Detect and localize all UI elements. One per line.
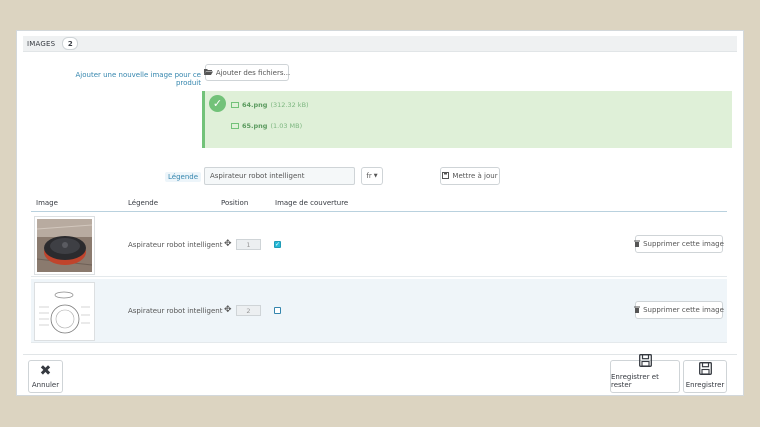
image-thumbnail[interactable] (34, 216, 95, 275)
move-arrows-icon[interactable]: ✥ (224, 306, 232, 315)
file-name: 64.png (242, 101, 268, 109)
delete-image-button[interactable]: Supprimer cette image (634, 235, 724, 253)
cover-checkbox[interactable]: ✓ (274, 241, 281, 248)
save-icon (442, 171, 450, 181)
add-image-label: Ajouter une nouvelle image pour ce produ… (75, 71, 202, 87)
table-header-divider (31, 211, 727, 212)
trash-icon (634, 240, 641, 249)
save-button[interactable]: Enregistrer (683, 360, 727, 393)
save-and-stay-button[interactable]: Enregistrer et rester (610, 354, 680, 393)
position-input: 1 (236, 239, 261, 250)
panel-heading: IMAGES 2 (23, 36, 737, 52)
cancel-button[interactable]: ✖ Annuler (28, 360, 63, 393)
col-header-legend: Légende (128, 199, 159, 207)
delete-image-button[interactable]: Supprimer cette image (634, 301, 724, 319)
image-file-icon (231, 102, 239, 108)
robot-vacuum-diagram (37, 285, 92, 338)
uploaded-file-item: 64.png (312.32 kB) (231, 101, 309, 109)
uploaded-file-item: 65.png (1.03 MB) (231, 122, 302, 130)
add-files-button[interactable]: Ajouter des fichiers... (203, 64, 291, 81)
close-icon: ✖ (39, 363, 52, 379)
caret-down-icon: ▼ (373, 173, 378, 179)
folder-open-icon (203, 68, 213, 77)
update-button[interactable]: Mettre à jour (440, 167, 500, 185)
cancel-label: Annuler (31, 381, 60, 389)
delete-image-label: Supprimer cette image (643, 240, 724, 248)
legend-label: Légende (165, 172, 202, 182)
legend-input[interactable]: Aspirateur robot intelligent (204, 167, 355, 185)
col-header-cover: Image de couverture (275, 199, 349, 207)
image-thumbnail[interactable] (34, 282, 95, 341)
file-size: (1.03 MB) (270, 122, 303, 130)
robot-vacuum-photo (36, 219, 93, 272)
trash-icon (634, 306, 641, 315)
delete-image-label: Supprimer cette image (643, 306, 724, 314)
save-icon (698, 362, 712, 379)
table-row: Aspirateur robot intelligent ✥ 2 Supprim… (31, 279, 727, 343)
save-icon (638, 354, 652, 371)
image-file-icon (231, 123, 239, 129)
table-row: Aspirateur robot intelligent ✥ 1 ✓ Suppr… (31, 213, 727, 277)
update-label: Mettre à jour (452, 172, 498, 180)
col-header-image: Image (36, 199, 58, 207)
position-input: 2 (236, 305, 261, 316)
success-check-icon: ✓ (209, 95, 226, 112)
cover-checkbox[interactable] (274, 307, 281, 314)
language-select[interactable]: fr ▼ (361, 167, 383, 185)
images-panel: IMAGES 2 Ajouter une nouvelle image pour… (16, 30, 744, 396)
file-name: 65.png (242, 122, 268, 130)
row-caption: Aspirateur robot intelligent (128, 241, 223, 249)
save-and-stay-label: Enregistrer et rester (611, 373, 659, 389)
panel-title: IMAGES (27, 39, 56, 48)
language-value: fr (366, 172, 372, 180)
row-caption: Aspirateur robot intelligent (128, 307, 223, 315)
upload-success-box: ✓ 64.png (312.32 kB) 65.png (1.03 MB) (202, 91, 732, 148)
image-count-badge: 2 (62, 37, 79, 50)
save-label: Enregistrer (685, 381, 725, 389)
add-files-label: Ajouter des fichiers... (215, 68, 291, 77)
file-size: (312.32 kB) (270, 101, 309, 109)
col-header-position: Position (221, 199, 249, 207)
footer-divider (23, 354, 737, 355)
move-arrows-icon[interactable]: ✥ (224, 240, 232, 249)
